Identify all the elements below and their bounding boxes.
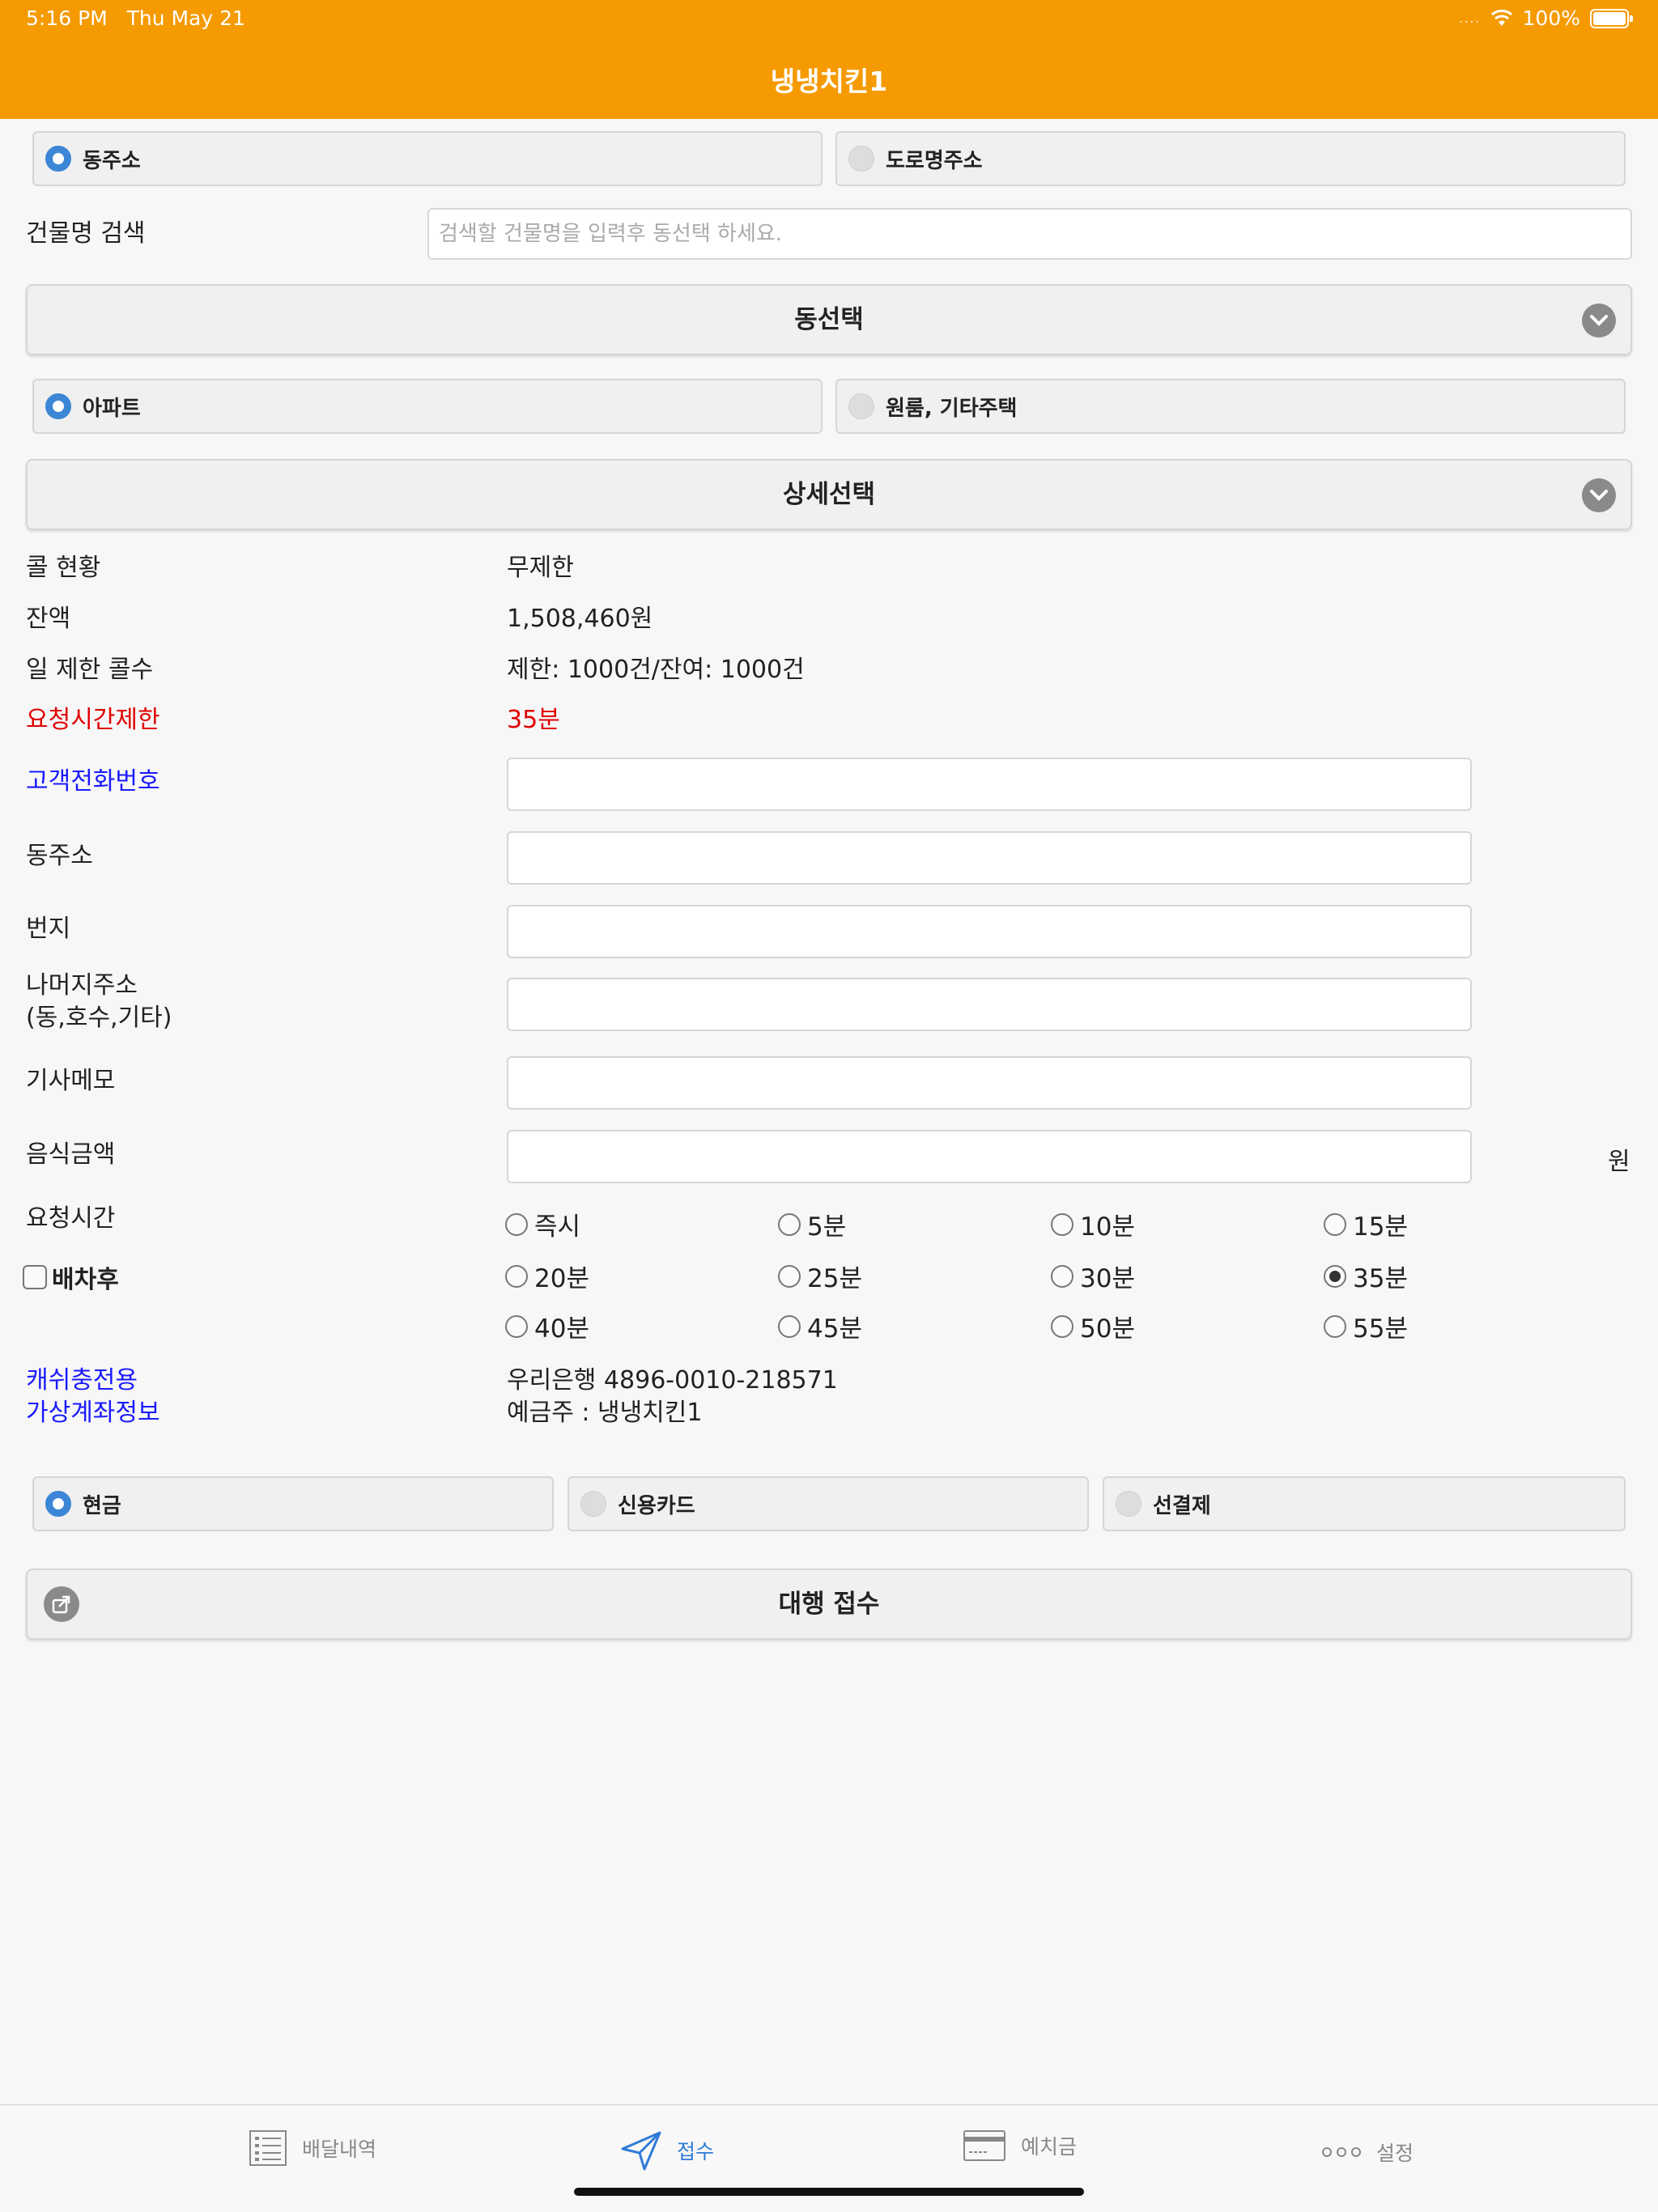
tab-receive[interactable]: 접수: [620, 2129, 714, 2172]
request-time-limit-value: 35분: [507, 706, 560, 734]
radio-unselected: [848, 393, 874, 419]
balance-label: 잔액: [26, 605, 71, 633]
status-right: .... 100%: [1458, 6, 1633, 30]
status-time: 5:16 PM Thu May 21: [26, 6, 245, 30]
payment-card[interactable]: 신용카드: [568, 1476, 1089, 1531]
time-option-55[interactable]: 55분: [1324, 1308, 1408, 1344]
address-type-dong[interactable]: 동주소: [32, 131, 823, 186]
radio-selected: [45, 146, 71, 172]
tab-settings[interactable]: 설정: [1321, 2138, 1414, 2167]
driver-memo-input[interactable]: [507, 1056, 1472, 1110]
battery-icon: [1590, 8, 1633, 28]
wifi-icon: [1490, 9, 1512, 26]
battery-percent: 100%: [1522, 6, 1580, 30]
detail-select-dropdown[interactable]: 상세선택: [26, 459, 1632, 530]
daily-limit-value: 제한: 1000건/잔여: 1000건: [507, 656, 805, 684]
send-icon: [621, 2131, 661, 2171]
payment-cash[interactable]: 현금: [32, 1476, 554, 1531]
time-option-10[interactable]: 10분: [1051, 1206, 1135, 1242]
bunji-input[interactable]: [507, 905, 1472, 958]
nav-header: 5:16 PM Thu May 21 .... 100% 냉냉치킨1: [0, 0, 1658, 119]
virtual-account-info: 우리은행 4896-0010-218571 예금주 : 냉냉치킨1: [507, 1366, 838, 1427]
virtual-account-label: 캐쉬충전용 가상계좌정보: [26, 1366, 160, 1427]
radio-unselected: [1116, 1491, 1141, 1517]
time-option-15[interactable]: 15분: [1324, 1206, 1408, 1242]
time-option-50[interactable]: 50분: [1051, 1308, 1135, 1344]
dong-select-dropdown[interactable]: 동선택: [26, 284, 1632, 355]
more-icon: [1322, 2147, 1361, 2157]
building-search-input[interactable]: 검색할 건물명을 입력후 동선택 하세요.: [427, 208, 1632, 260]
payment-prepaid[interactable]: 선결제: [1103, 1476, 1626, 1531]
housing-type-apartment[interactable]: 아파트: [32, 379, 823, 434]
food-amount-input[interactable]: [507, 1130, 1472, 1183]
home-indicator: [574, 2188, 1084, 2196]
radio-selected: [45, 1491, 71, 1517]
signal-dots-icon: ....: [1458, 10, 1481, 27]
time-option-45[interactable]: 45분: [778, 1308, 862, 1344]
rest-address-input[interactable]: [507, 978, 1472, 1031]
tab-delivery-history[interactable]: 배달내역: [249, 2129, 376, 2167]
call-status-label: 콜 현황: [26, 554, 101, 582]
after-dispatch-checkbox[interactable]: 배차후: [23, 1259, 119, 1295]
tab-bar: 배달내역 접수 예치금 설정: [0, 2104, 1658, 2212]
building-search-label: 건물명 검색: [26, 219, 146, 248]
bunji-label: 번지: [26, 915, 71, 943]
submit-button[interactable]: 대행 접수: [26, 1569, 1632, 1640]
driver-memo-label: 기사메모: [26, 1067, 116, 1095]
time-option-35[interactable]: 35분: [1324, 1258, 1408, 1294]
radio-unselected: [580, 1491, 606, 1517]
food-amount-label: 음식금액: [26, 1140, 116, 1169]
radio-unselected: [848, 146, 874, 172]
chevron-down-icon: [1582, 478, 1616, 512]
time-option-25[interactable]: 25분: [778, 1258, 862, 1294]
time-option-5[interactable]: 5분: [778, 1206, 846, 1242]
time-option-now[interactable]: 즉시: [505, 1206, 580, 1242]
checkbox-box: [23, 1265, 47, 1289]
balance-value: 1,508,460원: [507, 605, 653, 633]
request-time-limit-label: 요청시간제한: [26, 706, 160, 734]
card-icon: [963, 2130, 1005, 2161]
amount-unit: 원: [1608, 1148, 1630, 1176]
daily-limit-label: 일 제한 콜수: [26, 656, 154, 684]
dong-address-label: 동주소: [26, 842, 93, 870]
phone-input[interactable]: [507, 758, 1472, 811]
rest-address-label: 나머지주소 (동,호수,기타): [26, 971, 172, 1032]
phone-label: 고객전화번호: [26, 767, 160, 796]
address-type-road[interactable]: 도로명주소: [835, 131, 1626, 186]
dong-address-input[interactable]: [507, 831, 1472, 885]
time-option-20[interactable]: 20분: [505, 1258, 589, 1294]
chevron-down-icon: [1582, 304, 1616, 338]
time-option-30[interactable]: 30분: [1051, 1258, 1135, 1294]
call-status-value: 무제한: [507, 554, 574, 582]
list-icon: [249, 2130, 287, 2166]
housing-type-other[interactable]: 원룸, 기타주택: [835, 379, 1626, 434]
tab-deposit[interactable]: 예치금: [963, 2129, 1077, 2162]
request-time-label: 요청시간: [26, 1204, 116, 1233]
page-title: 냉냉치킨1: [770, 66, 888, 97]
time-option-40[interactable]: 40분: [505, 1308, 589, 1344]
radio-selected: [45, 393, 71, 419]
